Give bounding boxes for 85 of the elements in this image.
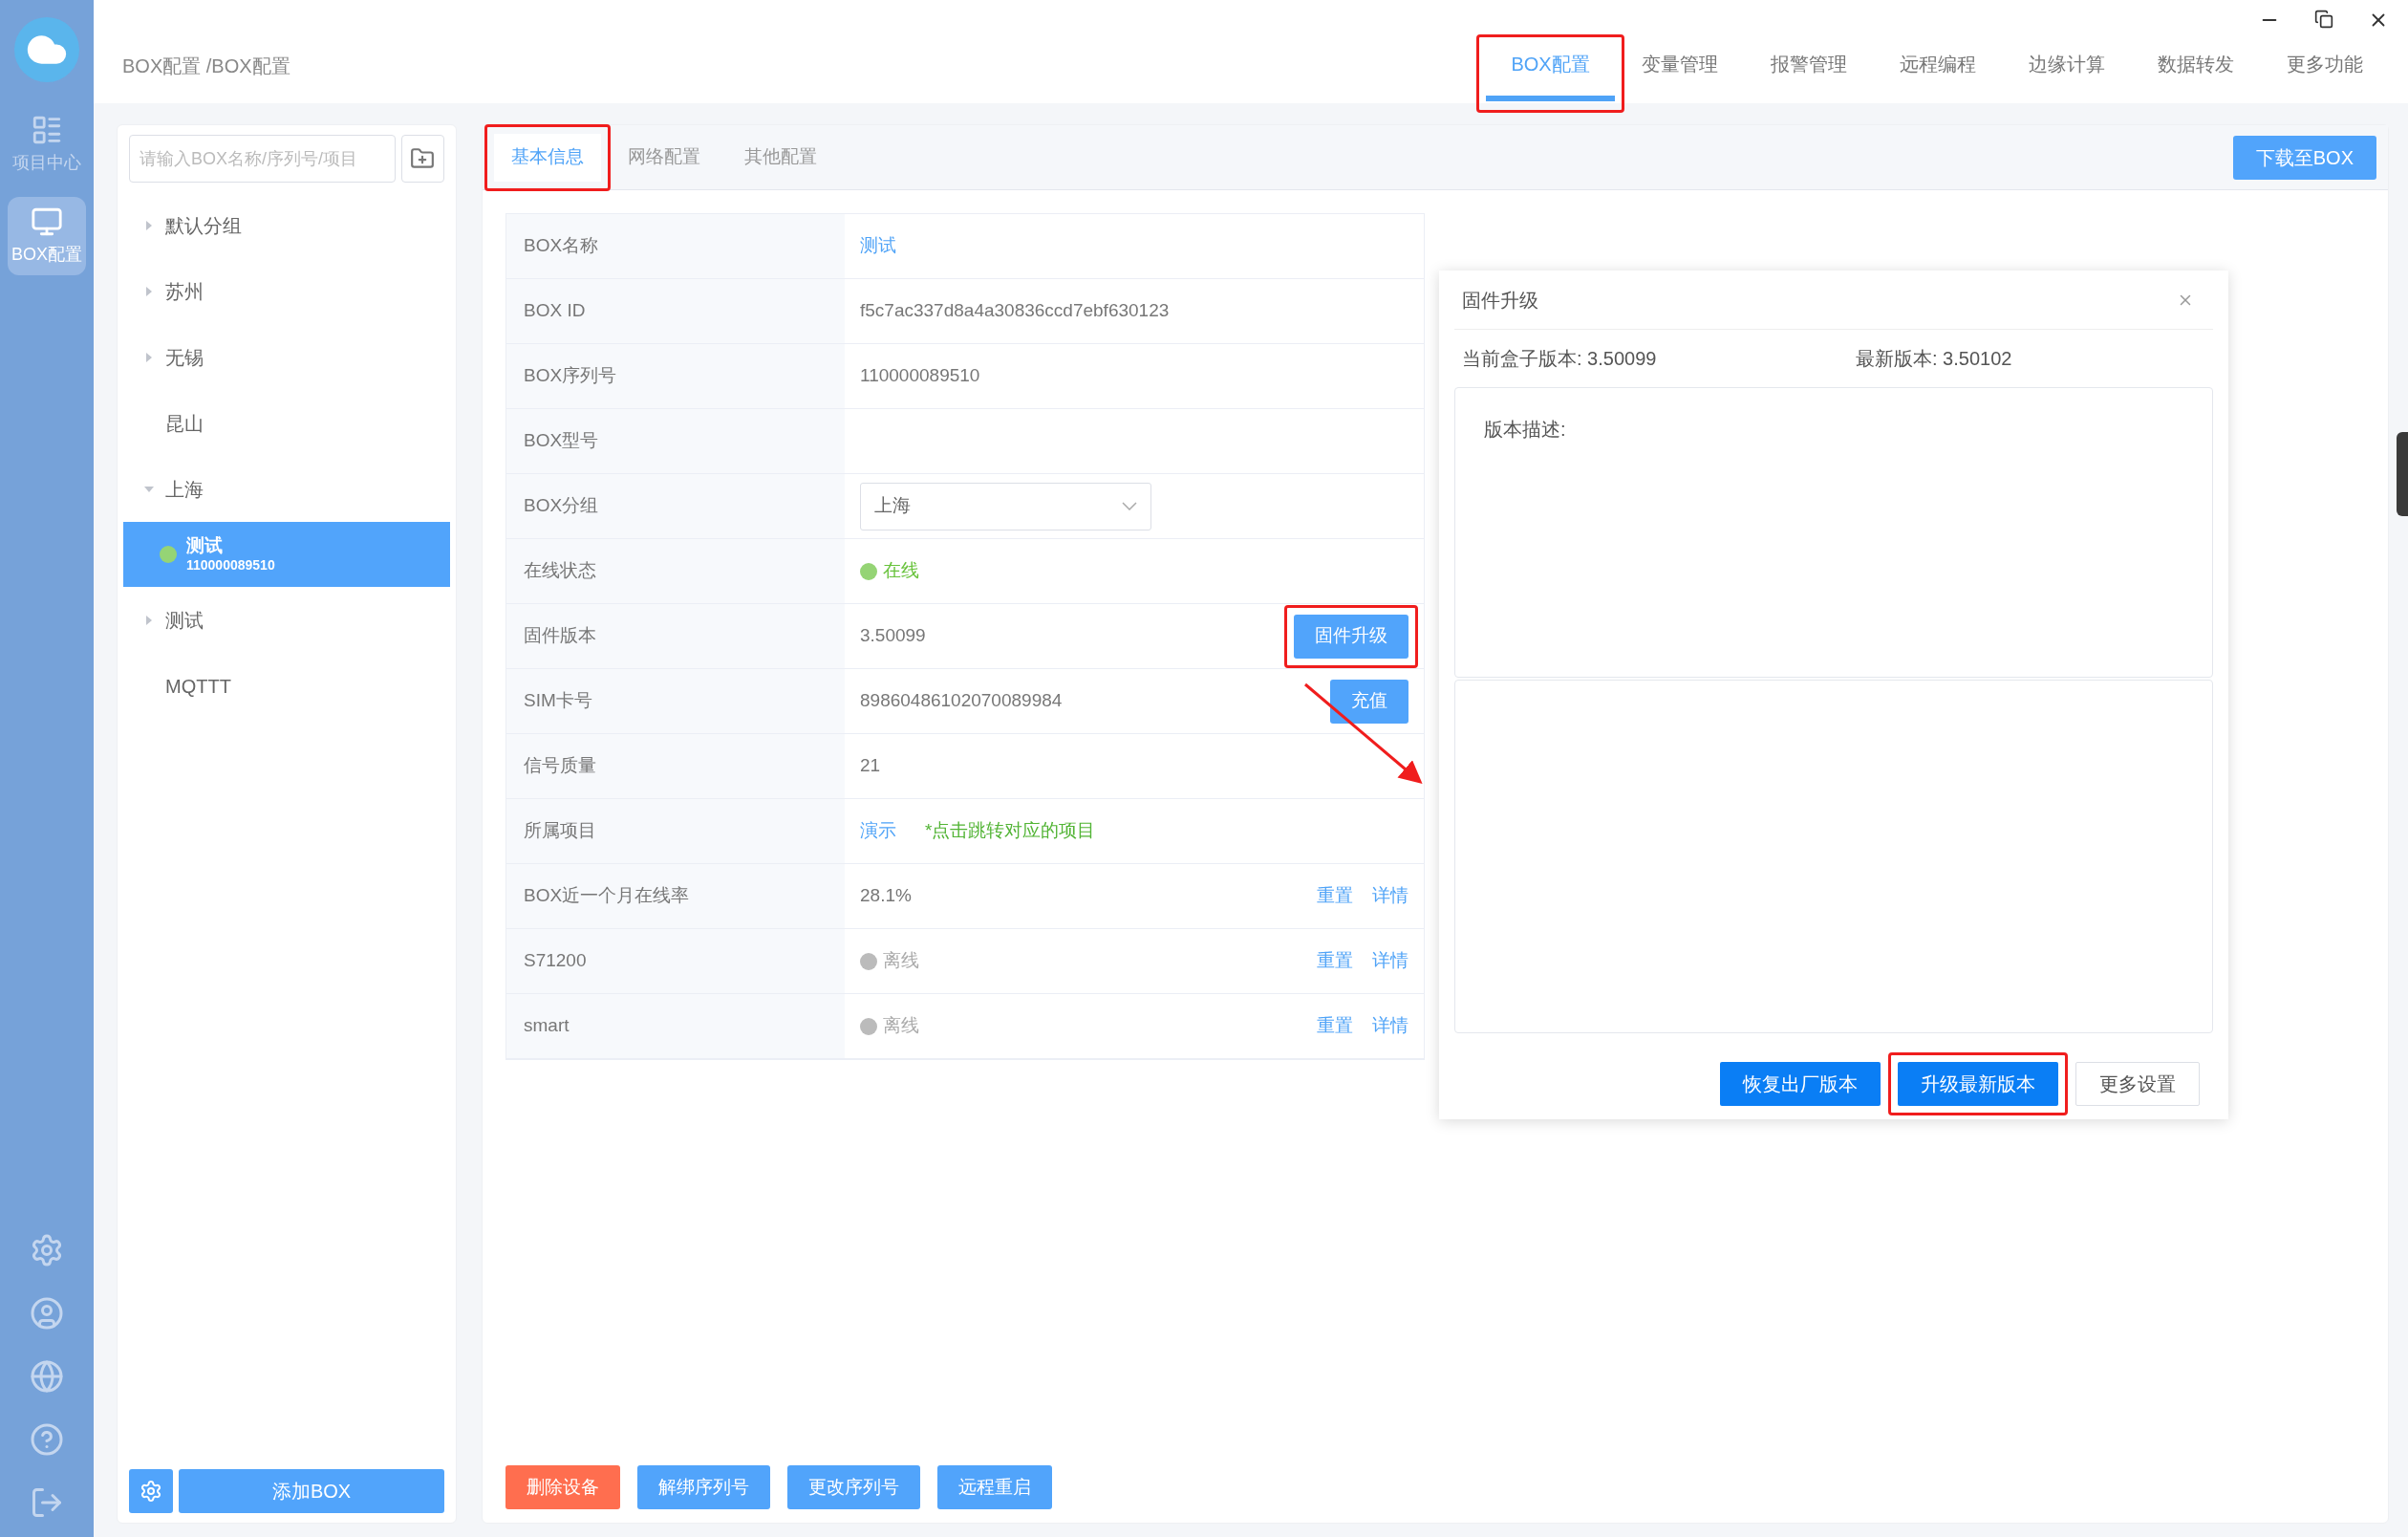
tab[interactable]: 其他配置 [727, 133, 834, 182]
name-link[interactable]: 测试 [860, 232, 896, 260]
latest-version: 最新版本: 3.50102 [1856, 347, 2012, 371]
row-label: smart [506, 994, 845, 1058]
caret-right-icon [144, 285, 154, 297]
settings-icon [140, 1480, 162, 1503]
row-value: f5c7ac337d8a4a30836ccd7ebf630123 [860, 299, 1170, 323]
row-label: BOX分组 [506, 474, 845, 538]
top-tab[interactable]: 边缘计算 [2002, 44, 2131, 101]
chevron-down-icon [1122, 502, 1137, 510]
action-button[interactable]: 解绑序列号 [637, 1465, 770, 1509]
action-link[interactable]: 重置 [1317, 882, 1353, 910]
group-select[interactable]: 上海 [860, 482, 1151, 530]
row-label: S71200 [506, 929, 845, 993]
row-value: 3.50099 [860, 624, 926, 648]
row-button[interactable]: 固件升级 [1294, 614, 1408, 659]
dialog-button[interactable]: 升级最新版本 [1898, 1062, 2058, 1106]
tree-group[interactable]: 无锡 [123, 324, 450, 390]
add-folder-button[interactable] [400, 135, 444, 183]
user-icon[interactable] [30, 1296, 64, 1331]
tree-device[interactable]: 测试 110000089510 [123, 522, 450, 587]
action-link[interactable]: 详情 [1372, 882, 1408, 910]
row-label: BOX近一个月在线率 [506, 864, 845, 928]
top-tab[interactable]: 变量管理 [1615, 44, 1744, 101]
dialog-button[interactable]: 恢复出厂版本 [1720, 1062, 1881, 1106]
action-button[interactable]: 远程重启 [937, 1465, 1052, 1509]
row-label: BOX名称 [506, 214, 845, 278]
tree-group[interactable]: MQTTT [123, 653, 450, 719]
settings-button[interactable] [129, 1469, 173, 1513]
top-tab[interactable]: 报警管理 [1744, 44, 1873, 101]
top-tab[interactable]: 数据转发 [2131, 44, 2260, 101]
action-link[interactable]: 详情 [1372, 947, 1408, 975]
add-box-button[interactable]: 添加BOX [179, 1469, 444, 1513]
project-link[interactable]: 演示 [860, 817, 896, 845]
current-version: 当前盒子版本: 3.50099 [1462, 347, 1658, 371]
tree-group[interactable]: 昆山 [123, 390, 450, 456]
status-text: 离线 [883, 949, 919, 973]
top-tab[interactable]: 更多功能 [2260, 44, 2389, 101]
download-button[interactable]: 下载至BOX [2232, 135, 2376, 180]
dialog-title: 固件升级 [1462, 288, 1538, 313]
action-link[interactable]: 详情 [1372, 1012, 1408, 1040]
tab[interactable]: 网络配置 [611, 133, 718, 182]
row-value: 89860486102070089984 [860, 689, 1063, 713]
side-handle[interactable] [2397, 432, 2408, 516]
row-label: 在线状态 [506, 539, 845, 603]
status-text: 在线 [883, 559, 919, 583]
caret-right-icon [144, 351, 154, 363]
action-link[interactable]: 重置 [1317, 947, 1353, 975]
globe-icon[interactable] [30, 1359, 64, 1394]
tab[interactable]: 基本信息 [494, 133, 601, 182]
search-field[interactable]: 请输入BOX名称/序列号/项目 [129, 135, 396, 183]
tree-group[interactable]: 上海 [123, 456, 450, 522]
row-label: 所属项目 [506, 799, 845, 863]
row-label: BOX ID [506, 279, 845, 343]
action-button[interactable]: 更改序列号 [787, 1465, 920, 1509]
description-label: 版本描述: [1484, 419, 1566, 440]
tree-group[interactable]: 测试 [123, 587, 450, 653]
row-value: 110000089510 [860, 364, 980, 388]
row-label: BOX型号 [506, 409, 845, 473]
status-text: 离线 [883, 1014, 919, 1038]
folder-plus-icon [410, 146, 436, 171]
action-button[interactable]: 删除设备 [505, 1465, 620, 1509]
row-label: 信号质量 [506, 734, 845, 798]
caret-right-icon [144, 614, 154, 626]
dialog-button[interactable]: 更多设置 [2075, 1062, 2200, 1106]
rail-item[interactable]: BOX配置 [8, 197, 86, 275]
top-tab[interactable]: BOX配置 [1486, 44, 1615, 101]
row-value: 21 [860, 754, 881, 778]
tree-group[interactable]: 默认分组 [123, 192, 450, 258]
restore-icon[interactable] [2314, 10, 2333, 29]
row-label: 固件版本 [506, 604, 845, 668]
caret-right-icon [144, 219, 154, 231]
action-link[interactable]: 重置 [1317, 1012, 1353, 1040]
hint-text: *点击跳转对应的项目 [925, 819, 1096, 843]
gear-icon[interactable] [30, 1233, 64, 1267]
logout-icon[interactable] [30, 1485, 64, 1520]
top-tab[interactable]: 远程编程 [1873, 44, 2002, 101]
row-button[interactable]: 充值 [1330, 679, 1408, 724]
row-value: 28.1% [860, 884, 912, 908]
help-icon[interactable] [30, 1422, 64, 1457]
rail-item[interactable]: 项目中心 [8, 105, 86, 184]
row-label: BOX序列号 [506, 344, 845, 408]
tree-group[interactable]: 苏州 [123, 258, 450, 324]
row-label: SIM卡号 [506, 669, 845, 733]
breadcrumb: BOX配置 /BOX配置 [122, 54, 290, 78]
